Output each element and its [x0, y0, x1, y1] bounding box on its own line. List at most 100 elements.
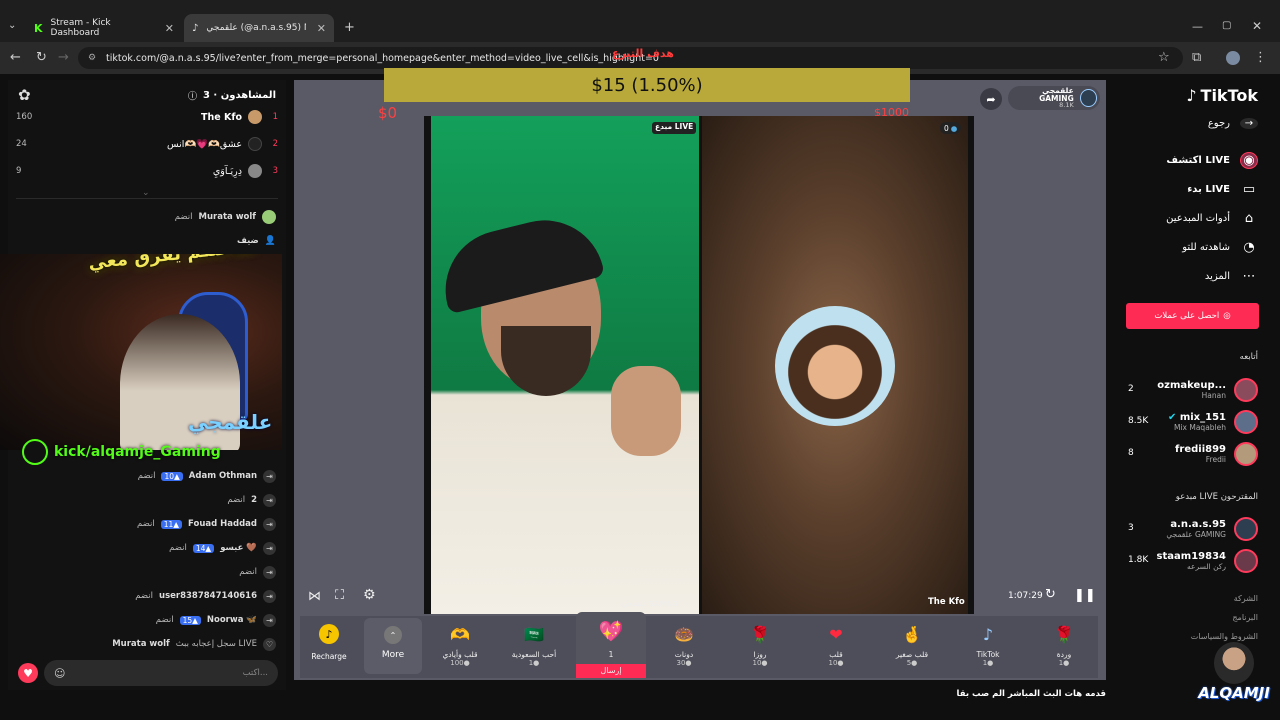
chat-message: انضم Murata wolf — [175, 208, 276, 226]
chat-message: انضم 2 ⇥ — [227, 491, 276, 509]
donation-goal-bar: $15 (1.50%) — [384, 68, 910, 102]
footer-link[interactable]: البرنامج — [1232, 613, 1258, 622]
guest-name: The Kfo — [928, 597, 965, 607]
camera-icon: ▭ — [1242, 182, 1256, 197]
chat-user: 2 — [251, 495, 257, 505]
bookmark-star-icon[interactable]: ☆ — [1158, 50, 1170, 65]
tab-list-dropdown-icon[interactable]: ⌄ — [8, 20, 16, 31]
nav-more[interactable]: المزيد ⋯ — [1205, 269, 1258, 284]
tiktok-icon: ♪ — [192, 22, 199, 34]
fullscreen-icon[interactable]: ⛶ — [335, 588, 344, 603]
heart-icon: ❤ — [829, 624, 843, 644]
gift-item[interactable]: ❤ قلب 10● — [806, 618, 866, 674]
close-tab-icon[interactable]: ✕ — [165, 22, 174, 35]
nav-discover-live[interactable]: اكتشف LIVE ◉ — [1166, 152, 1258, 169]
viewer-coins: 9 — [16, 166, 22, 176]
get-coins-button[interactable]: احصل على عملات ◎ — [1126, 303, 1259, 329]
footer-link[interactable]: الشركة — [1234, 594, 1258, 603]
site-info-icon[interactable]: ⚙ — [88, 53, 96, 63]
kick-logo-icon — [22, 439, 48, 465]
viewer-row[interactable]: عشق🫶🏻💗🫶🏻انس 2 — [167, 134, 278, 154]
suggested-account[interactable]: staam19834 ركن السرعه — [1157, 547, 1258, 575]
url-text: tiktok.com/@a.n.a.s.95/live?enter_from_m… — [106, 52, 659, 64]
guest-score: 0 ● — [940, 122, 962, 134]
tools-icon: ⌂ — [1244, 211, 1254, 226]
viewer-rank: 1 — [272, 112, 278, 122]
chat-user: ضيف — [236, 236, 259, 246]
chat-input[interactable]: ☺ اكتب... — [44, 660, 278, 686]
overlay-streamer-name: علقمجي — [188, 410, 273, 434]
close-window-icon[interactable]: ✕ — [1252, 19, 1262, 33]
like-heart-button[interactable]: ♥ — [18, 663, 38, 683]
browser-menu-icon[interactable]: ⋮ — [1254, 50, 1267, 65]
viewers-header[interactable]: ⓘ المشاهدون · 3 — [188, 89, 276, 102]
host-hands — [611, 366, 681, 456]
gift-item[interactable]: 🇸🇦 أحب السعودية 1● — [504, 618, 564, 674]
following-viewers: 2 — [1128, 384, 1134, 394]
tiktok-logo[interactable]: ♪ TikTok — [1186, 86, 1258, 105]
join-icon: ⇥ — [263, 589, 276, 603]
host-live-label: مبدع LIVE — [652, 122, 697, 134]
following-account[interactable]: fredii899 Fredii — [1175, 440, 1258, 468]
viewer-coins: 24 — [16, 139, 27, 149]
back-icon[interactable]: ← — [10, 50, 21, 65]
mute-icon[interactable]: ⋈ — [308, 589, 321, 604]
refresh-icon[interactable]: ↻ — [1045, 587, 1056, 602]
kick-handle: kick/alqamje_Gaming — [54, 444, 221, 460]
suggested-account[interactable]: a.n.a.s.95 علقمجي GAMING — [1166, 515, 1258, 543]
join-icon: ⇥ — [263, 493, 276, 507]
verified-icon: ✔ — [1167, 412, 1177, 423]
forward-icon[interactable]: → — [58, 50, 69, 65]
host-info-chip[interactable]: علقمجي GAMING 8.1K — [1008, 86, 1100, 110]
viewer-row[interactable]: دِرِيَـآوَيِ 3 — [213, 161, 278, 181]
new-tab-icon[interactable]: + — [344, 20, 355, 35]
coin-icon: ● — [950, 123, 958, 133]
kick-handle-overlay: kick/alqamje_Gaming — [22, 438, 221, 466]
profile-avatar[interactable] — [1226, 51, 1240, 65]
nav-history[interactable]: شاهدته للتو ◔ — [1182, 240, 1258, 255]
following-account[interactable]: ozmakeup... Hanan — [1157, 376, 1258, 404]
footer-link[interactable]: الشروط والسياسات — [1191, 632, 1258, 641]
following-heading: أتابعه — [1239, 352, 1258, 362]
avatar — [248, 137, 262, 151]
nav-creator-tools[interactable]: أدوات المبدعين ⌂ — [1166, 211, 1258, 226]
guest-avatar[interactable] — [775, 306, 895, 426]
maximize-icon[interactable]: ▢ — [1222, 20, 1231, 31]
pause-icon[interactable]: ❚❚ — [1074, 588, 1096, 603]
collapse-chevron-icon[interactable]: ⌄ — [142, 188, 150, 198]
viewer-row[interactable]: The Kfo 1 — [201, 107, 278, 127]
suggested-viewers: 3 — [1128, 523, 1134, 533]
more-gifts-button[interactable]: ⌃ More — [364, 618, 422, 674]
nav-back[interactable]: رجوع → — [1208, 118, 1258, 129]
tab-tiktok-live[interactable]: ♪ علقمجي (@a.n.a.s.95) MING ✕ — [184, 14, 334, 42]
gift-item[interactable]: 🍩 دونات 30● — [654, 618, 714, 674]
gift-item[interactable]: 🫶 قلب وأيادي 100● — [430, 618, 490, 674]
nav-start-live[interactable]: بدء LIVE ▭ — [1187, 182, 1258, 197]
settings-gear-icon[interactable]: ✿ — [18, 86, 31, 104]
reload-icon[interactable]: ↻ — [36, 50, 47, 65]
guest-video — [702, 116, 968, 614]
gift-item[interactable]: 🤞 قلب صغير 5● — [882, 618, 942, 674]
player-settings-icon[interactable]: ⚙ — [363, 587, 376, 603]
extensions-icon[interactable]: ⧉ — [1192, 50, 1201, 65]
recharge-button[interactable]: ♪ Recharge — [304, 618, 354, 674]
send-gift-button[interactable]: إرسال — [576, 664, 646, 678]
chat-message: انضم 14▲ عبسو 🤎 ⇥ — [169, 539, 276, 557]
streamer-webcam-overlay: تفاعلكم يفرق معي علقمجي — [0, 254, 282, 450]
emoji-icon[interactable]: ☺ — [54, 667, 65, 680]
join-icon: ⇥ — [263, 541, 276, 555]
gift-item[interactable]: ♪ TikTok 1● — [958, 618, 1018, 674]
gift-item[interactable]: 🌹 وردة 1● — [1034, 618, 1094, 674]
gift-item-selected[interactable]: 💖 1 إرسال — [576, 612, 646, 678]
close-tab-icon[interactable]: ✕ — [317, 22, 326, 35]
mascot-avatar — [1214, 642, 1254, 684]
avatar — [1234, 549, 1258, 573]
gift-item[interactable]: 🌹 روزا 10● — [730, 618, 790, 674]
share-icon[interactable]: ➦ — [980, 88, 1002, 110]
finger-heart-icon: 🤞 — [902, 624, 922, 644]
following-account[interactable]: ✔ mix_151 Mix Maqableh — [1168, 408, 1258, 436]
help-icon[interactable]: ⓘ — [188, 89, 197, 102]
avatar — [248, 164, 262, 178]
minimize-icon[interactable]: — — [1192, 20, 1203, 33]
tab-kick-dashboard[interactable]: K Stream - Kick Dashboard ✕ — [26, 14, 182, 42]
